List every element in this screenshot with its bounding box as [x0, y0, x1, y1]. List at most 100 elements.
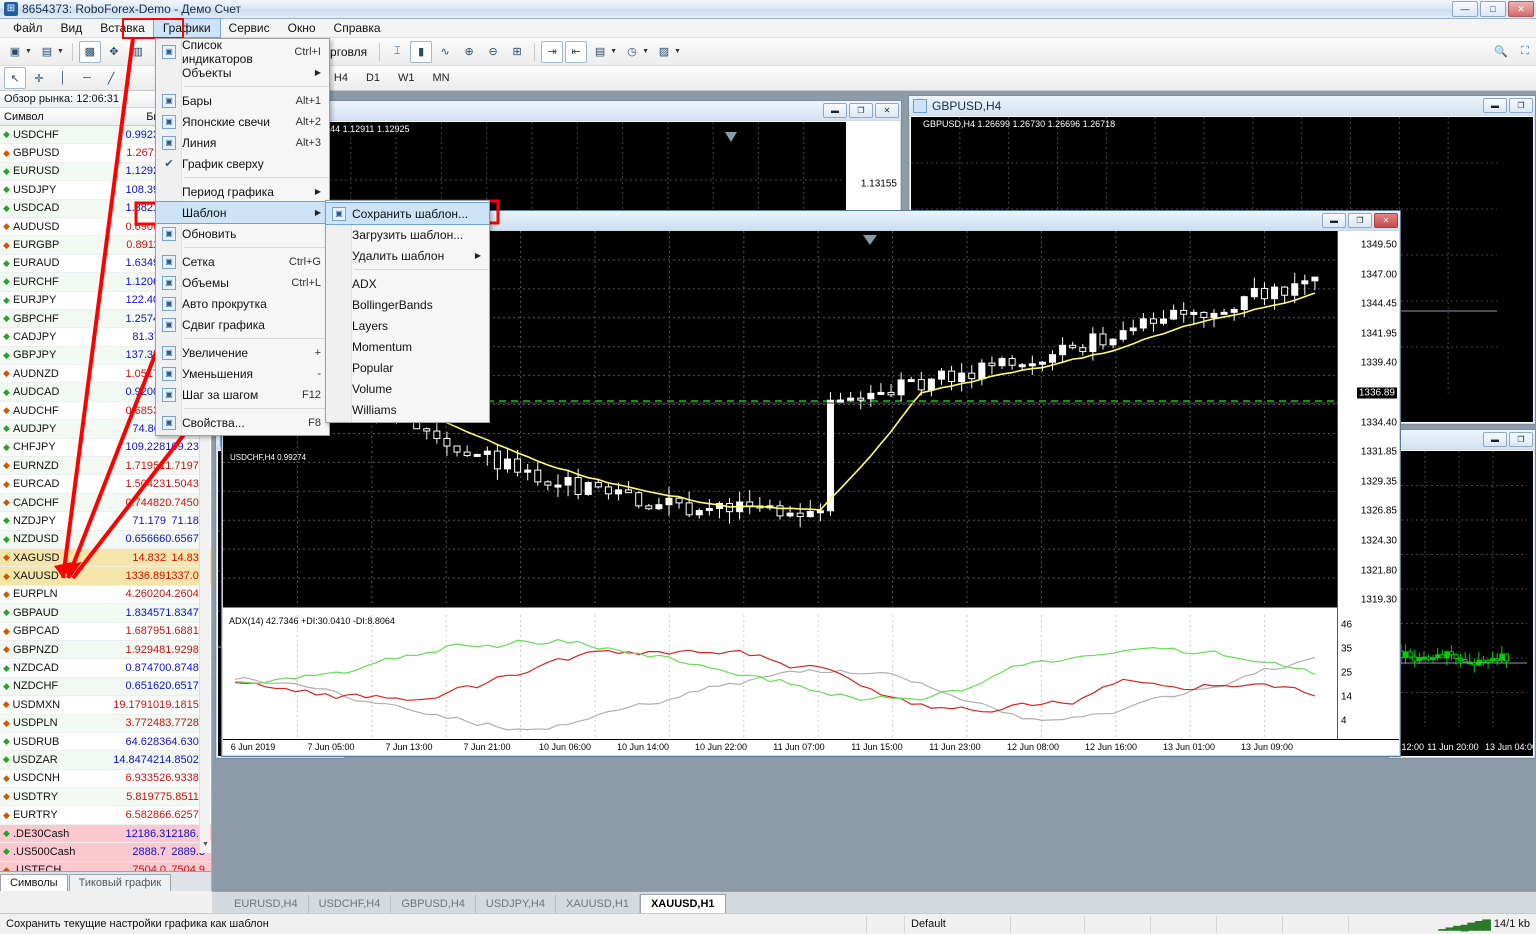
- menubar-item-1[interactable]: Вид: [52, 19, 92, 37]
- chart-window-controls[interactable]: ▬ ❐ ✕: [823, 103, 901, 118]
- chevron-down-icon[interactable]: ▼: [25, 48, 32, 55]
- market-watch-row[interactable]: ◆USDTRY5.819775.85118: [0, 788, 211, 806]
- market-watch-row[interactable]: ◆USDZAR14.8474214.85028: [0, 751, 211, 769]
- auto-scroll-icon[interactable]: ⇥: [541, 41, 563, 63]
- menu-graphics-item-12[interactable]: ▣Сдвиг графика: [156, 314, 329, 335]
- menu-graphics-item-15[interactable]: ▣Шаг за шагомF12: [156, 384, 329, 405]
- market-watch-tabs[interactable]: СимволыТиковый график: [0, 871, 211, 891]
- chart-window-controls[interactable]: ▬ ❐: [1483, 98, 1535, 113]
- menu-graphics-dropdown[interactable]: ▣Список индикаторовCtrl+IОбъекты▶▣БарыAl…: [155, 38, 330, 436]
- timeframe-button-H4[interactable]: H4: [326, 70, 356, 86]
- chart-close-button[interactable]: ✕: [1374, 213, 1398, 228]
- menu-template-item-6[interactable]: Momentum: [326, 336, 489, 357]
- menubar-item-0[interactable]: Файл: [4, 19, 52, 37]
- menu-graphics-item-10[interactable]: ▣ОбъемыCtrl+L: [156, 272, 329, 293]
- menu-template-item-8[interactable]: Volume: [326, 378, 489, 399]
- menu-graphics-item-8[interactable]: ▣Обновить: [156, 223, 329, 244]
- menu-graphics-item-5[interactable]: ✔График сверху: [156, 153, 329, 174]
- trendline-icon[interactable]: ╱: [100, 67, 122, 89]
- periods-icon[interactable]: ◷: [621, 41, 643, 63]
- menu-graphics-item-6[interactable]: Период графика▶: [156, 181, 329, 202]
- chart-window-right-lower[interactable]: ▬ ❐ n 12:00 11 Jun 20:00 13 Jun 04:00: [1388, 429, 1536, 759]
- timeframe-button-W1[interactable]: W1: [390, 70, 423, 86]
- menu-template-item-9[interactable]: Williams: [326, 399, 489, 420]
- chart-window-controls[interactable]: ▬ ❐: [1483, 432, 1535, 447]
- chart-minimize-button[interactable]: ▬: [1483, 98, 1507, 113]
- market-watch-row[interactable]: ◆EURCAD1.504231.50432: [0, 475, 211, 493]
- market-watch-tab-1[interactable]: Тиковый график: [69, 874, 172, 891]
- indicators-icon[interactable]: ▤: [589, 41, 611, 63]
- market-watch-row[interactable]: ◆NZDCHF0.651620.65175: [0, 678, 211, 696]
- window-maximize-button[interactable]: □: [1480, 1, 1506, 17]
- chart-restore-button[interactable]: ❐: [1509, 98, 1533, 113]
- zoom-in-icon[interactable]: ⊕: [458, 41, 480, 63]
- cursor-icon[interactable]: ↖: [4, 67, 26, 89]
- chart-minimize-button[interactable]: ▬: [1322, 213, 1346, 228]
- chart-titlebar-right-lower[interactable]: ▬ ❐: [1389, 430, 1535, 449]
- market-watch-row[interactable]: ◆.USTECH...7504.07504.9: [0, 862, 211, 871]
- chart-tabs-bar[interactable]: EURUSD,H4USDCHF,H4GBPUSD,H4USDJPY,H4XAUU…: [212, 891, 1536, 913]
- menu-template-submenu[interactable]: ▣Сохранить шаблон...Загрузить шаблон...У…: [325, 200, 490, 423]
- menu-graphics-item-13[interactable]: ▣Увеличение+: [156, 342, 329, 363]
- chart-tab-3[interactable]: USDJPY,H4: [476, 895, 556, 913]
- chart-restore-button[interactable]: ❐: [849, 103, 873, 118]
- vertical-line-icon[interactable]: │: [52, 67, 74, 89]
- menu-graphics-item-11[interactable]: ▣Авто прокрутка: [156, 293, 329, 314]
- tile-windows-icon[interactable]: ⊞: [506, 41, 528, 63]
- chart-titlebar-gbpusd[interactable]: GBPUSD,H4 ▬ ❐: [909, 96, 1535, 115]
- chart-tab-5[interactable]: XAUUSD,H1: [640, 894, 726, 913]
- market-watch-row[interactable]: ◆EURNZD1.719511.71975: [0, 457, 211, 475]
- market-watch-icon[interactable]: ▩: [79, 41, 101, 63]
- chart-tab-2[interactable]: GBPUSD,H4: [391, 895, 476, 913]
- menubar-item-4[interactable]: Сервис: [220, 19, 279, 37]
- menu-graphics-item-0[interactable]: ▣Список индикаторовCtrl+I: [156, 41, 329, 62]
- new-chart-icon[interactable]: ▤: [36, 41, 58, 63]
- market-watch-row[interactable]: ◆NZDJPY71.17971.189: [0, 512, 211, 530]
- menu-template-item-0[interactable]: ▣Сохранить шаблон...: [326, 203, 489, 224]
- chart-tab-4[interactable]: XAUUSD,H1: [556, 895, 640, 913]
- chart-tab-0[interactable]: EURUSD,H4: [224, 895, 309, 913]
- chart-restore-button[interactable]: ❐: [1348, 213, 1372, 228]
- menu-graphics-item-1[interactable]: Объекты▶: [156, 62, 329, 83]
- market-watch-row[interactable]: ◆USDMXN19.1791019.18150: [0, 696, 211, 714]
- menu-template-item-2[interactable]: Удалить шаблон▶: [326, 245, 489, 266]
- market-watch-row[interactable]: ◆XAGUSD14.83214.838: [0, 549, 211, 567]
- menubar-item-3[interactable]: Графики: [154, 19, 220, 37]
- menubar-item-5[interactable]: Окно: [279, 19, 325, 37]
- menu-template-item-5[interactable]: Layers: [326, 315, 489, 336]
- market-watch-row[interactable]: ◆USDRUB64.628364.6302: [0, 733, 211, 751]
- crosshair-icon[interactable]: ✛: [28, 67, 50, 89]
- menu-template-item-7[interactable]: Popular: [326, 357, 489, 378]
- menu-template-item-4[interactable]: BollingerBands: [326, 294, 489, 315]
- market-watch-row[interactable]: ◆USDCNH6.933526.93380: [0, 770, 211, 788]
- menu-graphics-item-7[interactable]: Шаблон▶: [156, 202, 329, 223]
- market-watch-row[interactable]: ◆GBPAUD1.834571.83478: [0, 604, 211, 622]
- menu-graphics-item-3[interactable]: ▣Японские свечиAlt+2: [156, 111, 329, 132]
- market-watch-row[interactable]: ◆CHFJPY109.228109.235: [0, 439, 211, 457]
- chevron-down-icon[interactable]: ▼: [674, 48, 681, 55]
- menu-graphics-item-14[interactable]: ▣Уменьшения-: [156, 363, 329, 384]
- chart-minimize-button[interactable]: ▬: [1483, 432, 1507, 447]
- search-icon[interactable]: 🔍: [1490, 41, 1512, 63]
- menu-graphics-item-16[interactable]: ▣Свойства...F8: [156, 412, 329, 433]
- market-watch-tab-0[interactable]: Символы: [0, 874, 68, 891]
- timeframe-button-D1[interactable]: D1: [358, 70, 388, 86]
- chart-window-controls[interactable]: ▬ ❐ ✕: [1322, 213, 1400, 228]
- market-watch-row[interactable]: ◆XAUUSD1336.891337.06: [0, 567, 211, 585]
- chart-tab-1[interactable]: USDCHF,H4: [309, 895, 392, 913]
- price-axis-xauusd[interactable]: 1349.501347.001344.451341.951339.401336.…: [1337, 231, 1399, 755]
- market-watch-row[interactable]: ◆GBPNZD1.929481.92989: [0, 641, 211, 659]
- market-watch-row[interactable]: ◆.DE30Cash12186.312186.8: [0, 825, 211, 843]
- chevron-down-icon[interactable]: ▼: [610, 48, 617, 55]
- market-watch-row[interactable]: ◆.US500Cash2888.72889.3: [0, 843, 211, 861]
- market-watch-row[interactable]: ◆EURPLN4.260204.26040: [0, 586, 211, 604]
- market-watch-row[interactable]: ◆EURTRY6.582866.62572: [0, 806, 211, 824]
- templates-icon[interactable]: ▨: [653, 41, 675, 63]
- window-controls[interactable]: — □ ✕: [1452, 1, 1534, 17]
- window-minimize-button[interactable]: —: [1452, 1, 1478, 17]
- menu-graphics-item-9[interactable]: ▣СеткаCtrl+G: [156, 251, 329, 272]
- market-watch-row[interactable]: ◆CADCHF0.744820.74501: [0, 494, 211, 512]
- chart-shift-icon[interactable]: ⇤: [565, 41, 587, 63]
- market-watch-row[interactable]: ◆NZDCAD0.874700.87484: [0, 659, 211, 677]
- time-axis-right-lower[interactable]: n 12:00 11 Jun 20:00 13 Jun 04:00: [1391, 740, 1533, 756]
